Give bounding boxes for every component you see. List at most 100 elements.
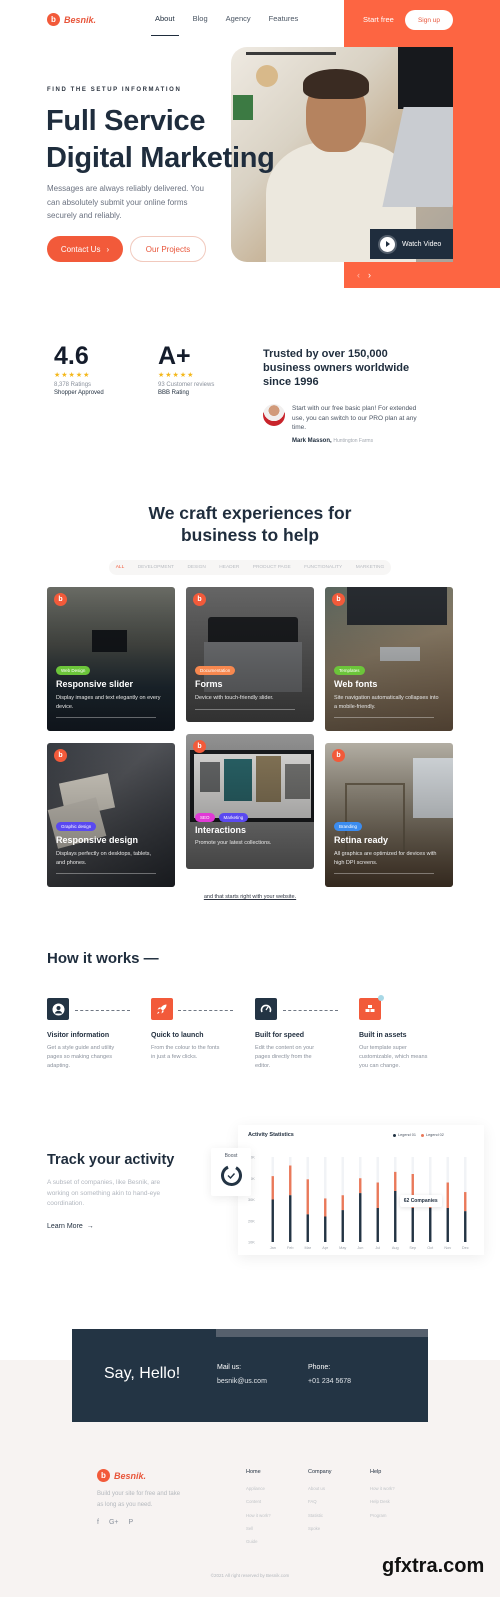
card-description: Display images and text elegantly on eve…	[56, 695, 161, 710]
arrow-right-icon: →	[84, 1223, 94, 1230]
contact-banner: Say, Hello! Mail us: besnik@us.com Phone…	[72, 1329, 428, 1422]
step-title: Quick to launch	[151, 1032, 204, 1039]
card-tag[interactable]: Templates	[334, 666, 365, 675]
step-built-in-assets: Built in assets Our template super custo…	[359, 995, 449, 1071]
card-title: Responsive slider	[56, 679, 134, 689]
filter-development[interactable]: DEVELOPMENT	[138, 565, 174, 570]
card-description: Displays perfectly on desktops, tablets,…	[56, 851, 152, 866]
card-divider	[56, 717, 156, 718]
step-description: From the colour to the fonts in just a f…	[151, 1045, 220, 1060]
footer-link[interactable]: Statistic	[308, 1513, 332, 1518]
filter-design[interactable]: DESIGN	[187, 565, 205, 570]
chevron-left-icon[interactable]: ‹	[357, 270, 360, 280]
hero-eyebrow: FIND THE SETUP INFORMATION	[47, 87, 182, 93]
footer-link[interactable]: Appliance	[246, 1486, 271, 1491]
step-title: Built for speed	[255, 1032, 305, 1039]
notification-dot-icon	[378, 995, 384, 1001]
speedometer-icon	[255, 998, 277, 1020]
portfolio-card[interactable]: b Branding Retina ready All graphics are…	[325, 743, 453, 887]
x-tick-label: Jul	[375, 1246, 380, 1250]
card-tag[interactable]: Graphic design	[56, 822, 97, 831]
activity-chart: 10K20K30K40K50KJan Feb Mar Apr May Jun Jul Aug S…	[248, 1156, 469, 1251]
footer-link[interactable]: Content	[246, 1499, 271, 1504]
contact-us-button[interactable]: Contact Us ›	[47, 236, 123, 262]
x-tick-label: Jun	[357, 1246, 363, 1250]
watch-video-button[interactable]: Watch Video	[370, 229, 453, 259]
watermark: gfxtra.com	[382, 1555, 485, 1577]
phone-link[interactable]: +01 234 5678	[308, 1378, 351, 1385]
footer-logo[interactable]: b Besnik.	[97, 1469, 146, 1482]
portfolio-card[interactable]: b Graphic design Responsive design Displ…	[47, 743, 175, 887]
card-tag[interactable]: Marketing	[218, 813, 249, 822]
our-projects-button[interactable]: Our Projects	[130, 236, 206, 262]
portfolio-card[interactable]: b Templates Web fonts Site navigation au…	[325, 587, 453, 731]
bar-legend-02	[359, 1178, 362, 1194]
start-free-link[interactable]: Start free	[363, 15, 394, 24]
card-divider	[334, 717, 434, 718]
y-tick-label: 20K	[248, 1219, 255, 1223]
nav-blog[interactable]: Blog	[193, 14, 208, 23]
assets-icon	[359, 995, 384, 1020]
brand-badge-icon: b	[54, 593, 67, 606]
watch-video-label: Watch Video	[402, 240, 442, 248]
y-tick-label: 30K	[248, 1198, 255, 1202]
chevron-right-icon[interactable]: ›	[368, 270, 371, 280]
card-tag[interactable]: Web Design	[56, 666, 91, 675]
card-divider	[56, 873, 156, 874]
card-tag[interactable]: SEO	[195, 813, 215, 822]
filter-all[interactable]: ALL	[116, 565, 125, 570]
track-description: A subset of companies, like Besnik, are …	[47, 1179, 161, 1207]
bar-legend-01	[359, 1193, 362, 1242]
pinterest-icon[interactable]: P	[129, 1519, 134, 1526]
x-tick-label: Nov	[444, 1246, 451, 1250]
mail-label: Mail us:	[217, 1364, 242, 1371]
portfolio-card[interactable]: b Documentation Forms Device with touch-…	[186, 587, 314, 722]
filter-product-page[interactable]: PRODUCT PAGE	[253, 565, 291, 570]
tv-screen	[398, 47, 453, 109]
brand-badge-icon: b	[332, 593, 345, 606]
footer-link[interactable]: FAQ	[308, 1499, 332, 1504]
learn-more-link[interactable]: Learn More →	[47, 1223, 94, 1230]
step-title: Visitor information	[47, 1032, 110, 1039]
logo[interactable]: b Besnik.	[47, 13, 96, 26]
nav-about[interactable]: About	[151, 14, 179, 36]
logo-mark-icon: b	[97, 1469, 110, 1482]
facebook-icon[interactable]: f	[97, 1519, 99, 1526]
filter-functionality[interactable]: FUNCTIONALITY	[304, 565, 342, 570]
rating-score: 4.6	[54, 342, 89, 370]
mail-link[interactable]: besnik@us.com	[217, 1378, 267, 1385]
step-connector	[178, 1010, 233, 1011]
rating-bbb: A+ ★★★★★ 93 Customer reviews BBB Rating	[158, 342, 214, 396]
website-link[interactable]: and that starts right with your website.	[150, 894, 350, 900]
portfolio-card[interactable]: b Web Design Responsive slider Display i…	[47, 587, 175, 731]
card-title: Forms	[195, 679, 223, 689]
bar-legend-01	[324, 1216, 327, 1242]
bar-legend-02	[394, 1171, 397, 1191]
brand-badge-icon: b	[332, 749, 345, 762]
bar-legend-01	[446, 1208, 449, 1242]
portfolio-card[interactable]: b SEO Marketing Interactions Promote you…	[186, 734, 314, 869]
nav-agency[interactable]: Agency	[226, 14, 251, 23]
user-icon	[47, 998, 69, 1020]
x-tick-label: Sep	[409, 1246, 416, 1250]
footer-link[interactable]: Program	[370, 1513, 395, 1518]
footer-link[interactable]: Sell	[246, 1526, 271, 1531]
card-overlay	[186, 734, 314, 869]
footer-column-title: Help	[370, 1469, 382, 1475]
footer-link[interactable]: About us	[308, 1486, 332, 1491]
filter-header[interactable]: HEADER	[219, 565, 239, 570]
step-description: Get a style guide and utility pages so m…	[47, 1045, 115, 1069]
sign-up-button[interactable]: Sign up	[405, 10, 453, 30]
card-tag[interactable]: Branding	[334, 822, 363, 831]
how-it-works-title: How it works —	[47, 950, 159, 967]
nav-features[interactable]: Features	[269, 14, 299, 23]
google-plus-icon[interactable]: G+	[109, 1519, 119, 1526]
footer-link[interactable]: How it work?	[370, 1486, 395, 1491]
filter-marketing[interactable]: MARKETING	[356, 565, 385, 570]
footer-link[interactable]: Help Desk	[370, 1499, 395, 1504]
footer-link[interactable]: Spoke	[308, 1526, 332, 1531]
card-tag[interactable]: Documentation	[195, 666, 236, 675]
footer-link[interactable]: Guide	[246, 1539, 271, 1544]
bar-legend-01	[411, 1208, 414, 1242]
footer-link[interactable]: How it work?	[246, 1513, 271, 1518]
